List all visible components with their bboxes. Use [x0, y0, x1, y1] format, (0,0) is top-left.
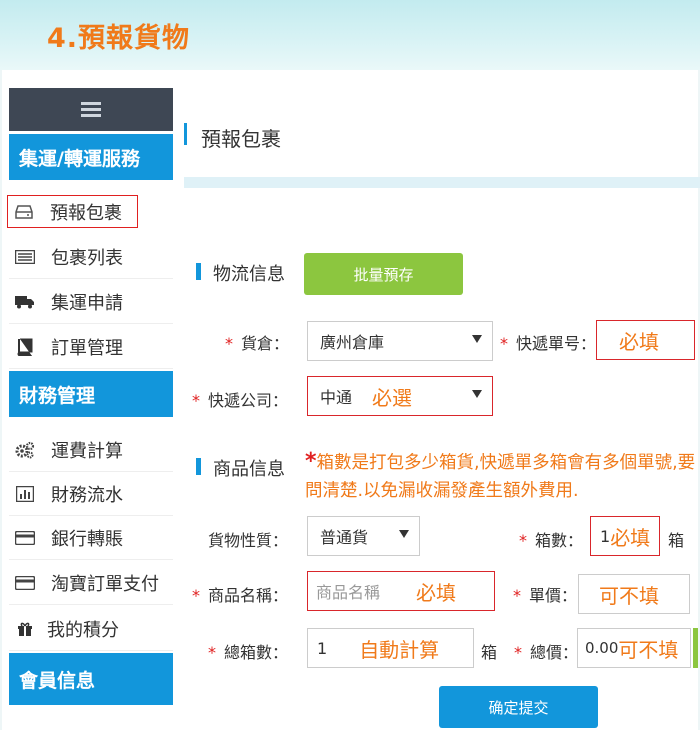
tracking-number-input[interactable]: 必填	[596, 320, 695, 360]
sidebar-item-label: 淘寶訂單支付	[51, 573, 159, 595]
credit-card-icon	[13, 573, 37, 593]
chevron-down-icon	[472, 335, 482, 343]
box-count-required-hint: 必填	[610, 525, 651, 550]
tracking-required-hint: 必填	[619, 329, 659, 354]
sidebar-item-label: 預報包裹	[50, 202, 122, 224]
bar-chart-icon	[13, 484, 37, 504]
sidebar-item-parcel-list[interactable]: 包裹列表	[9, 235, 173, 279]
section-goods-label: 商品信息	[213, 459, 285, 480]
step-title: 4.預報貨物	[47, 23, 191, 54]
gift-icon	[13, 619, 37, 639]
sidebar-item-label: 訂單管理	[51, 337, 123, 359]
sidebar-item-taobao-payment[interactable]: 淘寶訂單支付	[9, 561, 173, 605]
credit-card-icon	[13, 528, 37, 548]
book-icon	[13, 337, 37, 357]
total-boxes-value: 1	[317, 638, 328, 658]
hamburger-icon	[81, 102, 101, 117]
list-icon	[13, 247, 37, 267]
total-boxes-label: * 總箱數：	[208, 643, 289, 662]
sidebar-item-label: 運費計算	[51, 440, 123, 462]
sidebar-item-freight-calc[interactable]: 運費計算	[9, 428, 173, 472]
courier-select[interactable]: 中通 必選	[307, 376, 493, 416]
total-price-input[interactable]: 0.00 可不填	[577, 628, 691, 668]
total-price-value: 0.00	[585, 639, 619, 657]
title-accent-bar	[184, 123, 187, 145]
sidebar-item-forecast-parcel[interactable]: 預報包裹	[7, 195, 138, 228]
tracking-number-label: * 快遞單号：	[500, 334, 597, 353]
total-boxes-input[interactable]: 1 自動計算	[307, 628, 474, 668]
batch-prestore-button[interactable]: 批量預存	[304, 253, 463, 295]
green-edge-accent	[693, 628, 698, 668]
product-name-placeholder: 商品名稱	[316, 583, 381, 602]
product-name-input[interactable]: 商品名稱 必填	[307, 571, 495, 611]
total-boxes-unit-label: 箱	[481, 643, 498, 662]
chevron-down-icon	[399, 530, 409, 538]
title-divider	[184, 177, 700, 188]
sidebar-section-finance[interactable]: 財務管理	[9, 371, 173, 417]
sidebar-section-forwarding[interactable]: 集運/轉運服務	[9, 134, 173, 180]
section-accent-bar	[196, 458, 201, 475]
total-price-optional-hint: 可不填	[618, 637, 679, 662]
product-name-label: * 商品名稱：	[192, 586, 289, 605]
sidebar-item-label: 財務流水	[51, 484, 123, 506]
sidebar-item-label: 銀行轉賬	[51, 528, 123, 550]
gears-icon	[13, 440, 37, 460]
goods-nature-label: 貨物性質：	[208, 531, 289, 550]
menu-toggle-button[interactable]	[9, 88, 173, 131]
section-logistics-label: 物流信息	[213, 264, 285, 285]
total-price-label: * 總價：	[514, 643, 579, 662]
unit-price-input[interactable]: 可不填	[578, 574, 690, 614]
sidebar-item-label: 集運申請	[51, 292, 123, 314]
courier-selected-value: 中通	[320, 388, 353, 407]
warehouse-select[interactable]: 廣州倉庫	[307, 321, 493, 361]
unit-price-optional-hint: 可不填	[599, 583, 659, 608]
courier-required-hint: 必選	[372, 385, 413, 410]
total-boxes-auto-hint: 自動計算	[359, 637, 440, 662]
chevron-down-icon	[472, 390, 482, 398]
box-unit-label: 箱	[668, 531, 685, 550]
sidebar-item-label: 包裹列表	[51, 247, 123, 269]
sidebar-item-consolidation[interactable]: 集運申請	[9, 280, 173, 324]
box-count-value: 1	[600, 526, 611, 546]
section-accent-bar	[196, 263, 201, 280]
goods-nature-select[interactable]: 普通貨	[307, 516, 420, 556]
sidebar-section-member-info[interactable]: 會員信息	[9, 653, 173, 705]
box-count-input[interactable]: 1 必填	[590, 516, 660, 556]
hard-drive-icon	[12, 202, 36, 222]
box-count-note: *箱數是打包多少箱貨,快遞單多箱會有多個單號,要問清楚.以免漏收漏發產生額外費用…	[305, 449, 696, 501]
warehouse-selected-value: 廣州倉庫	[320, 333, 385, 352]
sidebar-item-label: 我的積分	[47, 619, 119, 641]
truck-icon	[13, 292, 37, 312]
submit-button[interactable]: 确定提交	[439, 686, 598, 728]
sidebar-item-finance-flow[interactable]: 財務流水	[9, 472, 173, 516]
sidebar-item-order-management[interactable]: 訂單管理	[9, 325, 173, 369]
goods-nature-selected-value: 普通貨	[320, 528, 369, 547]
sidebar-item-my-points[interactable]: 我的積分	[9, 607, 173, 651]
warehouse-label: * 貨倉：	[225, 334, 290, 353]
page-title: 預報包裹	[201, 127, 281, 151]
sidebar-item-bank-transfer[interactable]: 銀行轉賬	[9, 516, 173, 560]
courier-label: * 快遞公司：	[192, 391, 289, 410]
unit-price-label: * 單價：	[513, 586, 578, 605]
product-name-required-hint: 必填	[416, 580, 457, 605]
box-count-label: * 箱數：	[519, 531, 584, 550]
